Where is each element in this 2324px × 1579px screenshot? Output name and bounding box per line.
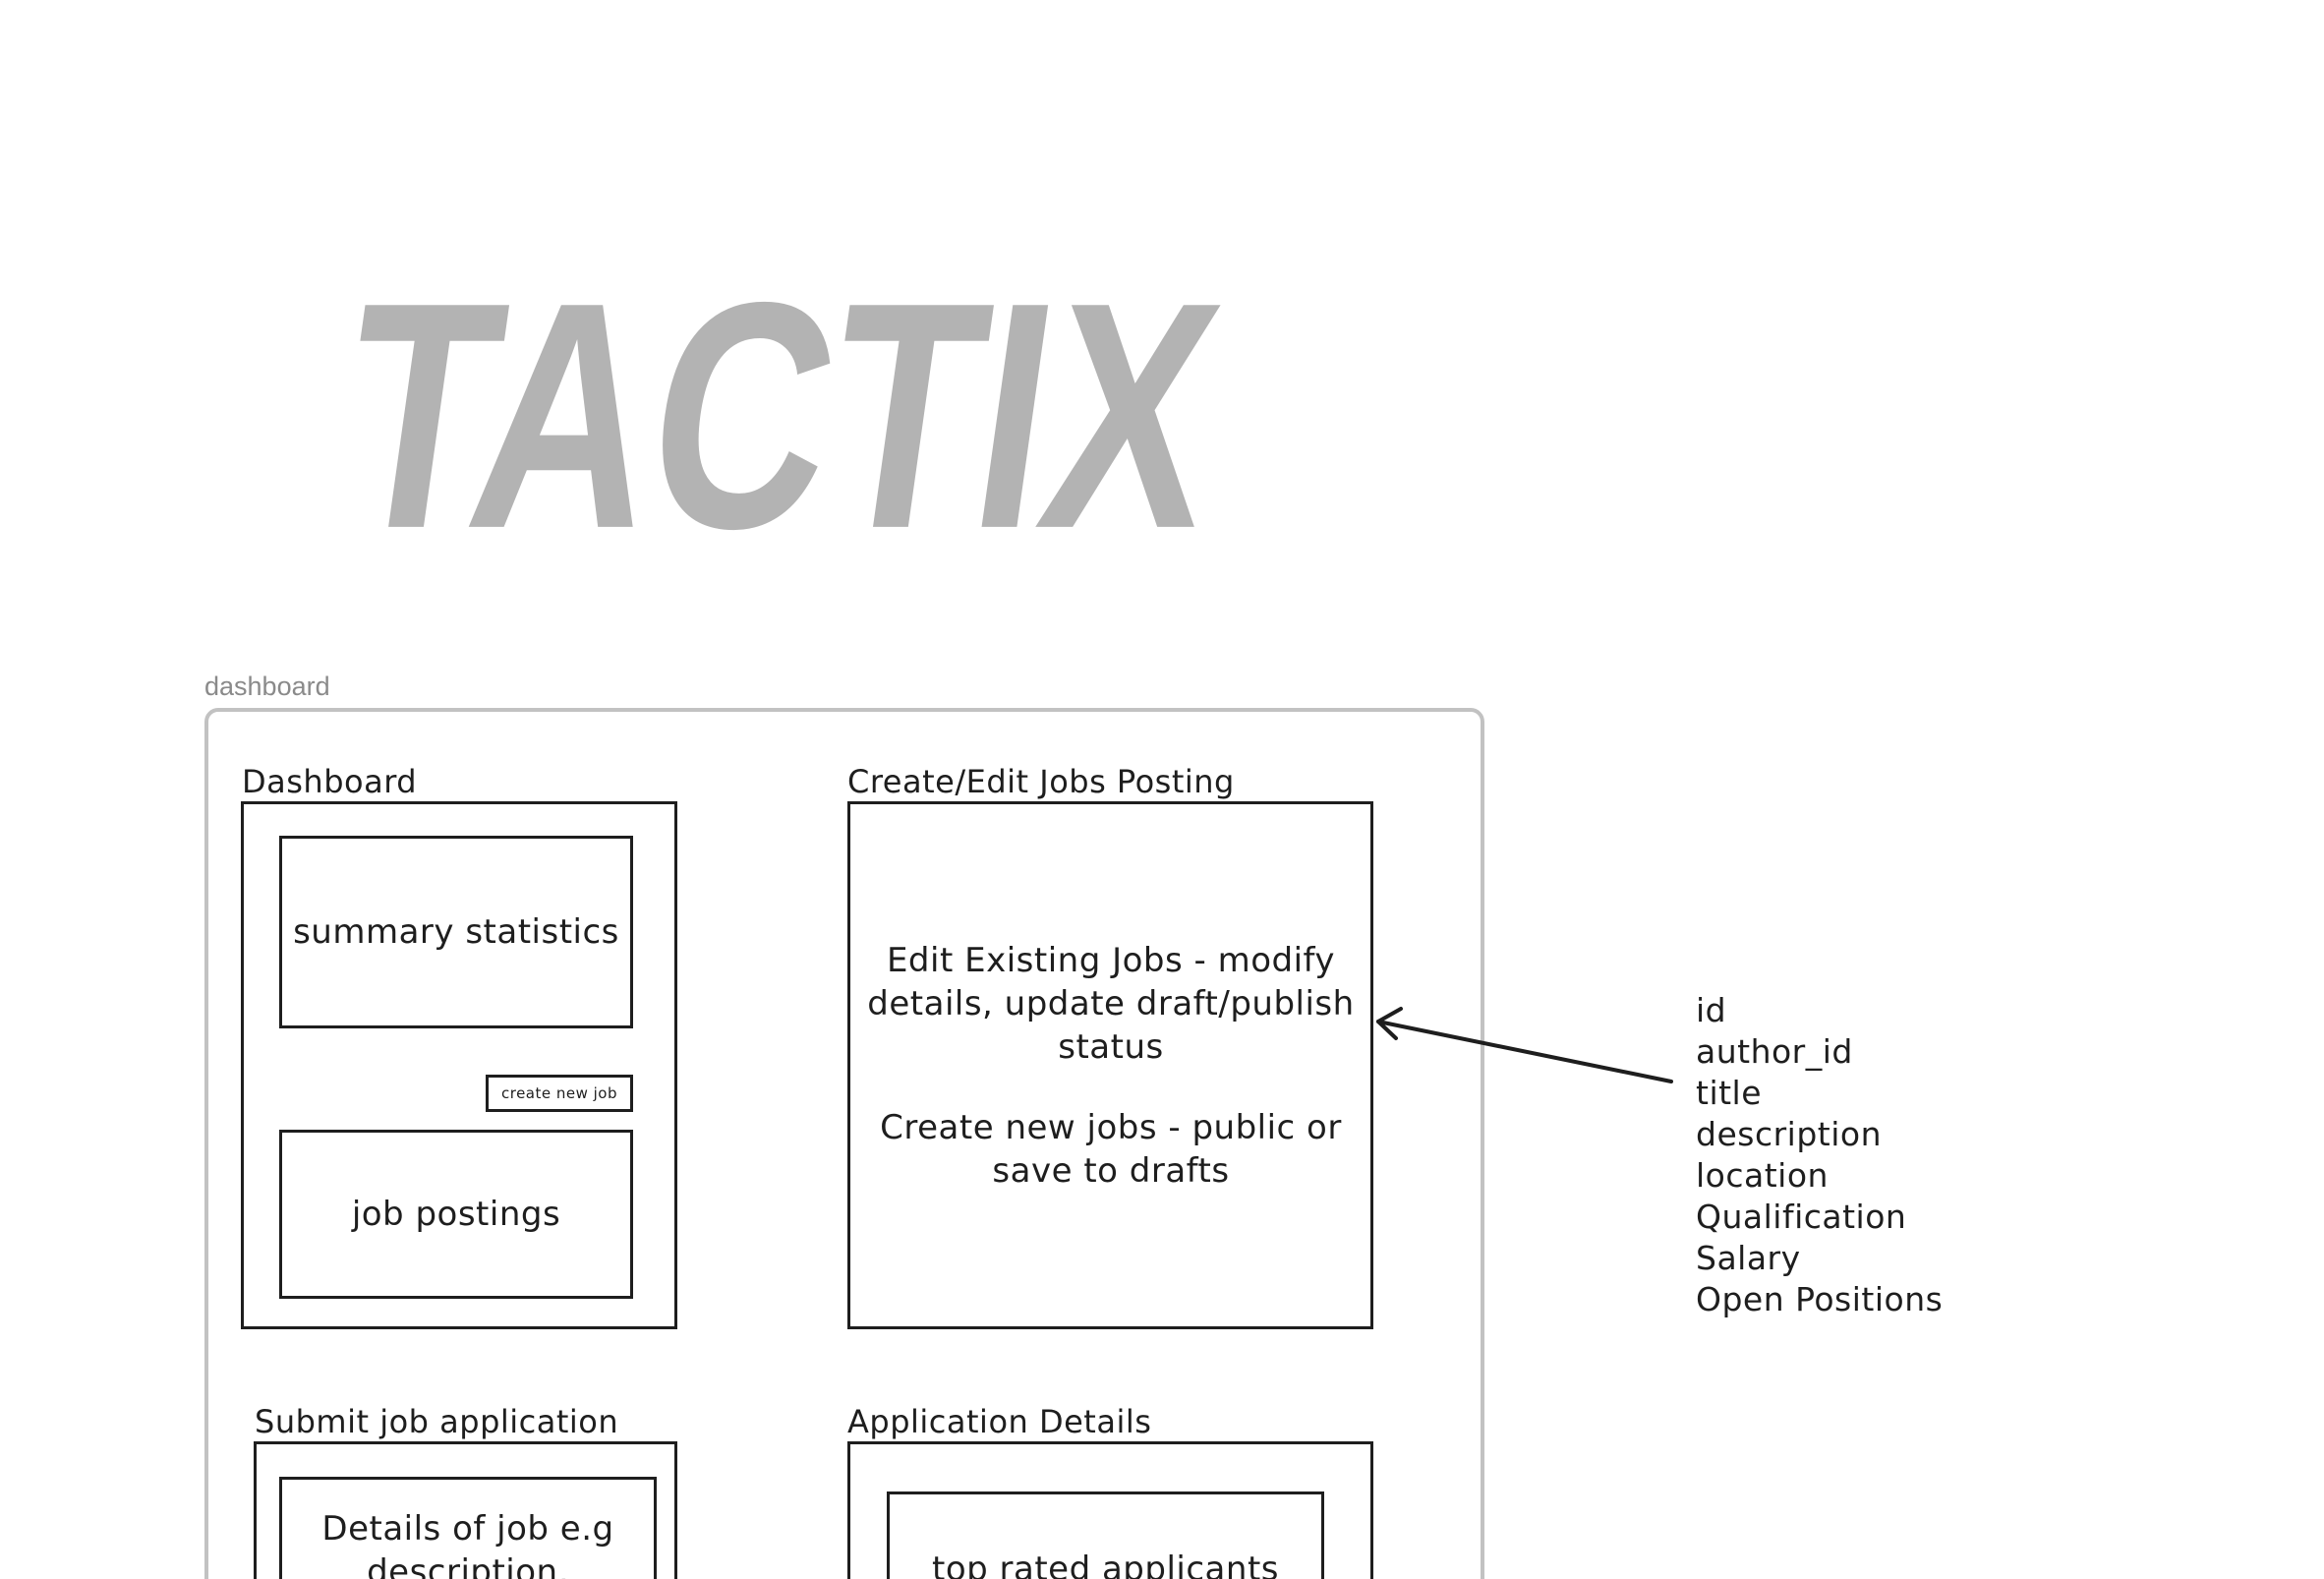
application-card-title: Application Details [847,1403,1152,1440]
field-item: title [1696,1074,1763,1112]
field-item: Qualification [1696,1198,1907,1236]
summary-statistics-panel[interactable]: summary statistics [279,836,633,1028]
jobs-card-title: Create/Edit Jobs Posting [847,763,1235,800]
field-item: Open Positions [1696,1280,1944,1318]
tactix-logo: TACTIX [334,226,1239,551]
top-rated-applicants-panel[interactable]: top rated applicants [887,1491,1324,1579]
field-item: location [1696,1156,1829,1195]
job-postings-panel[interactable]: job postings [279,1130,633,1299]
summary-statistics-label: summary statistics [293,912,619,952]
frame-label: dashboard [204,672,330,701]
create-new-job-button[interactable]: create new job [486,1075,633,1112]
job-fields-list: id author_id title description location … [1696,990,1943,1320]
field-item: id [1696,991,1727,1029]
job-details-text: Details of job e.g description, [321,1509,614,1579]
dashboard-title: Dashboard [242,763,418,800]
field-arrow [1376,1007,1673,1083]
job-details-panel[interactable]: Details of job e.g description, [279,1477,657,1579]
submit-card-title: Submit job application [255,1403,619,1440]
field-item: author_id [1696,1032,1853,1071]
top-rated-applicants-label: top rated applicants [932,1550,1279,1579]
edit-jobs-text: Edit Existing Jobs - modify details, upd… [867,941,1355,1067]
create-jobs-text: Create new jobs - public or save to draf… [880,1108,1342,1191]
job-postings-label: job postings [351,1195,561,1234]
field-item: description [1696,1115,1882,1153]
field-item: Salary [1696,1239,1801,1277]
svg-text:TACTIX: TACTIX [334,235,1239,551]
